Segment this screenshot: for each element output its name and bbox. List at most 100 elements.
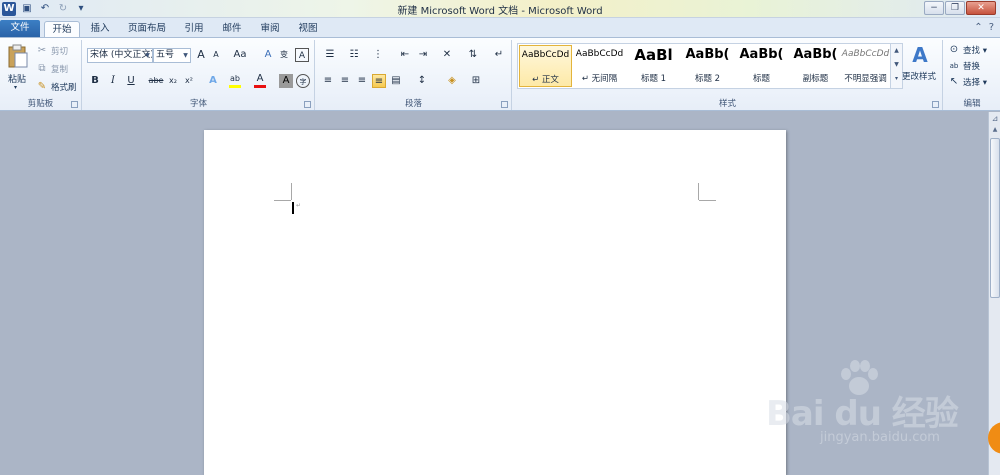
styles-launcher-icon[interactable] bbox=[932, 101, 939, 108]
find-button[interactable]: ⊙ 查找 ▾ bbox=[948, 43, 987, 57]
restore-button[interactable]: ❐ bbox=[945, 1, 965, 15]
align-right-button[interactable]: ≡ bbox=[355, 74, 369, 88]
ruler-toggle-icon[interactable]: ⊿ bbox=[989, 114, 1000, 126]
change-styles-icon[interactable]: A bbox=[906, 43, 934, 67]
select-button[interactable]: ↖ 选择 ▾ bbox=[948, 75, 987, 89]
scrollbar-thumb[interactable] bbox=[990, 138, 1000, 298]
chinese-layout-icon[interactable]: ✕ bbox=[438, 48, 456, 62]
underline-button[interactable]: U bbox=[124, 74, 138, 88]
increase-indent-icon[interactable]: ⇥ bbox=[416, 48, 430, 62]
phonetic-guide-icon[interactable]: 变 bbox=[277, 48, 291, 62]
decrease-indent-icon[interactable]: ⇤ bbox=[398, 48, 412, 62]
style-sample: AaBbCcDd bbox=[521, 50, 570, 60]
title-bar: W ▣ ↶ ↻ ▾ 新建 Microsoft Word 文档 - Microso… bbox=[0, 0, 1000, 18]
justify-button[interactable]: ≡ bbox=[372, 74, 386, 88]
watermark-brand: Bai du 经验 bbox=[766, 394, 959, 434]
styles-group-label: 样式 bbox=[718, 99, 736, 109]
tab-references[interactable]: 引用 bbox=[180, 21, 208, 37]
font-size-combo[interactable]: 五号 ▼ bbox=[153, 48, 191, 63]
tab-page-layout[interactable]: 页面布局 bbox=[124, 21, 170, 37]
char-shading-button[interactable]: A bbox=[279, 74, 293, 88]
paragraph-launcher-icon[interactable] bbox=[501, 101, 508, 108]
style-sample: AaBb( bbox=[685, 47, 730, 62]
minimize-ribbon-icon[interactable]: ⌃ bbox=[974, 22, 982, 33]
font-group-label: 字体 bbox=[189, 99, 207, 109]
copy-label: 复制 bbox=[51, 65, 69, 75]
style-heading-2[interactable]: AaBb( 标题 2 bbox=[681, 45, 734, 87]
clear-format-icon[interactable]: A bbox=[261, 48, 275, 62]
replace-button[interactable]: ab 替换 bbox=[948, 59, 980, 73]
font-color-label: A bbox=[256, 73, 264, 84]
numbering-icon[interactable]: ☷ bbox=[344, 48, 364, 62]
crop-mark-top-right-v bbox=[698, 183, 699, 200]
char-border-icon[interactable]: A bbox=[295, 48, 309, 62]
font-group: 宋体 (中文正文) ▼ 五号 ▼ A A Aa A 变 A B I U abe x₂… bbox=[83, 40, 315, 110]
bullets-icon[interactable]: ☰ bbox=[320, 48, 340, 62]
style-sample: AaBbCcDd bbox=[841, 49, 890, 59]
cut-button[interactable]: ✂ 剪切 bbox=[36, 44, 68, 58]
tab-review[interactable]: 审阅 bbox=[256, 21, 284, 37]
select-label: 选择 ▾ bbox=[963, 78, 987, 88]
distributed-button[interactable]: ▤ bbox=[389, 74, 403, 88]
style-heading-1[interactable]: AaBl 标题 1 bbox=[627, 45, 680, 87]
crop-mark-top-left-v bbox=[291, 183, 292, 200]
clipboard-launcher-icon[interactable] bbox=[71, 101, 78, 108]
style-no-spacing[interactable]: AaBbCcDd ↵ 无间隔 bbox=[573, 45, 626, 87]
line-spacing-icon[interactable]: ↕ bbox=[413, 74, 431, 88]
clipboard-group-label: 剪贴板 bbox=[27, 99, 54, 109]
align-left-button[interactable]: ≡ bbox=[321, 74, 335, 88]
style-sample: AaBbCcDd bbox=[575, 49, 624, 59]
show-marks-icon[interactable]: ↵ bbox=[492, 48, 506, 62]
align-center-button[interactable]: ≡ bbox=[338, 74, 352, 88]
font-color-button[interactable]: A bbox=[253, 72, 267, 88]
find-label: 查找 ▾ bbox=[963, 46, 987, 56]
font-name-combo[interactable]: 宋体 (中文正文) ▼ bbox=[87, 48, 153, 63]
borders-icon[interactable]: ⊞ bbox=[467, 74, 485, 88]
format-painter-button[interactable]: ✎ 格式刷 bbox=[36, 80, 77, 94]
shading-icon[interactable]: ◈ bbox=[443, 74, 461, 88]
cursor-arrow-icon: ↖ bbox=[949, 76, 959, 87]
help-icon[interactable]: ? bbox=[989, 22, 994, 33]
minimize-button[interactable]: − bbox=[924, 1, 944, 15]
shrink-font-icon[interactable]: A bbox=[209, 48, 223, 62]
chevron-down-icon: ▼ bbox=[145, 52, 150, 59]
paste-icon[interactable] bbox=[6, 44, 30, 70]
style-subtitle[interactable]: AaBb( 副标题 bbox=[789, 45, 842, 87]
paste-dropdown-icon[interactable]: ▾ bbox=[14, 84, 17, 91]
floating-orange-button[interactable] bbox=[988, 422, 1000, 454]
tab-view[interactable]: 视图 bbox=[294, 21, 322, 37]
highlight-button[interactable]: ab bbox=[228, 72, 242, 88]
tab-mailings[interactable]: 邮件 bbox=[218, 21, 246, 37]
gallery-scroll[interactable]: ▲ ▼ ▾ bbox=[890, 44, 902, 88]
style-subtle-emphasis[interactable]: AaBbCcDd 不明显强调 bbox=[839, 45, 892, 87]
editing-group-label: 编辑 bbox=[963, 99, 981, 109]
change-case-icon[interactable]: Aa bbox=[231, 48, 249, 62]
sort-icon[interactable]: ⇅ bbox=[466, 48, 480, 62]
italic-button[interactable]: I bbox=[106, 74, 120, 88]
tab-home[interactable]: 开始 bbox=[44, 21, 80, 37]
ribbon: 粘贴 ▾ ✂ 剪切 ⧉ 复制 ✎ 格式刷 剪贴板 宋体 (中文正文) ▼ 五号 ▼ A A… bbox=[0, 37, 1000, 111]
close-button[interactable]: ✕ bbox=[966, 1, 996, 15]
tab-insert[interactable]: 插入 bbox=[84, 21, 116, 37]
style-normal[interactable]: AaBbCcDd ↵ 正文 bbox=[519, 45, 572, 87]
style-title[interactable]: AaBb( 标题 bbox=[735, 45, 788, 87]
ribbon-tabs: 文件 开始 插入 页面布局 引用 邮件 审阅 视图 ⌃ ? bbox=[0, 18, 1000, 37]
vertical-scrollbar[interactable]: ⊿ ▲ bbox=[988, 112, 1000, 475]
style-name: 副标题 bbox=[802, 74, 829, 84]
strikethrough-button[interactable]: abe bbox=[147, 74, 165, 88]
multilevel-list-icon[interactable]: ⋮ bbox=[368, 48, 388, 62]
tab-file[interactable]: 文件 bbox=[0, 20, 40, 37]
font-launcher-icon[interactable] bbox=[304, 101, 311, 108]
superscript-button[interactable]: x² bbox=[182, 74, 196, 88]
document-page[interactable]: ↵ bbox=[204, 130, 786, 475]
style-sample: AaBb( bbox=[793, 47, 838, 62]
grow-font-icon[interactable]: A bbox=[194, 48, 208, 62]
copy-button[interactable]: ⧉ 复制 bbox=[36, 62, 68, 76]
scroll-up-icon[interactable]: ▲ bbox=[989, 126, 1000, 136]
enclose-char-button[interactable]: 字 bbox=[296, 74, 310, 88]
subscript-button[interactable]: x₂ bbox=[166, 74, 180, 88]
change-styles-label[interactable]: 更改样式 bbox=[902, 70, 936, 82]
text-effects-button[interactable]: A bbox=[206, 74, 220, 88]
clipboard-group: 粘贴 ▾ ✂ 剪切 ⧉ 复制 ✎ 格式刷 剪贴板 bbox=[0, 40, 82, 110]
bold-button[interactable]: B bbox=[88, 74, 102, 88]
